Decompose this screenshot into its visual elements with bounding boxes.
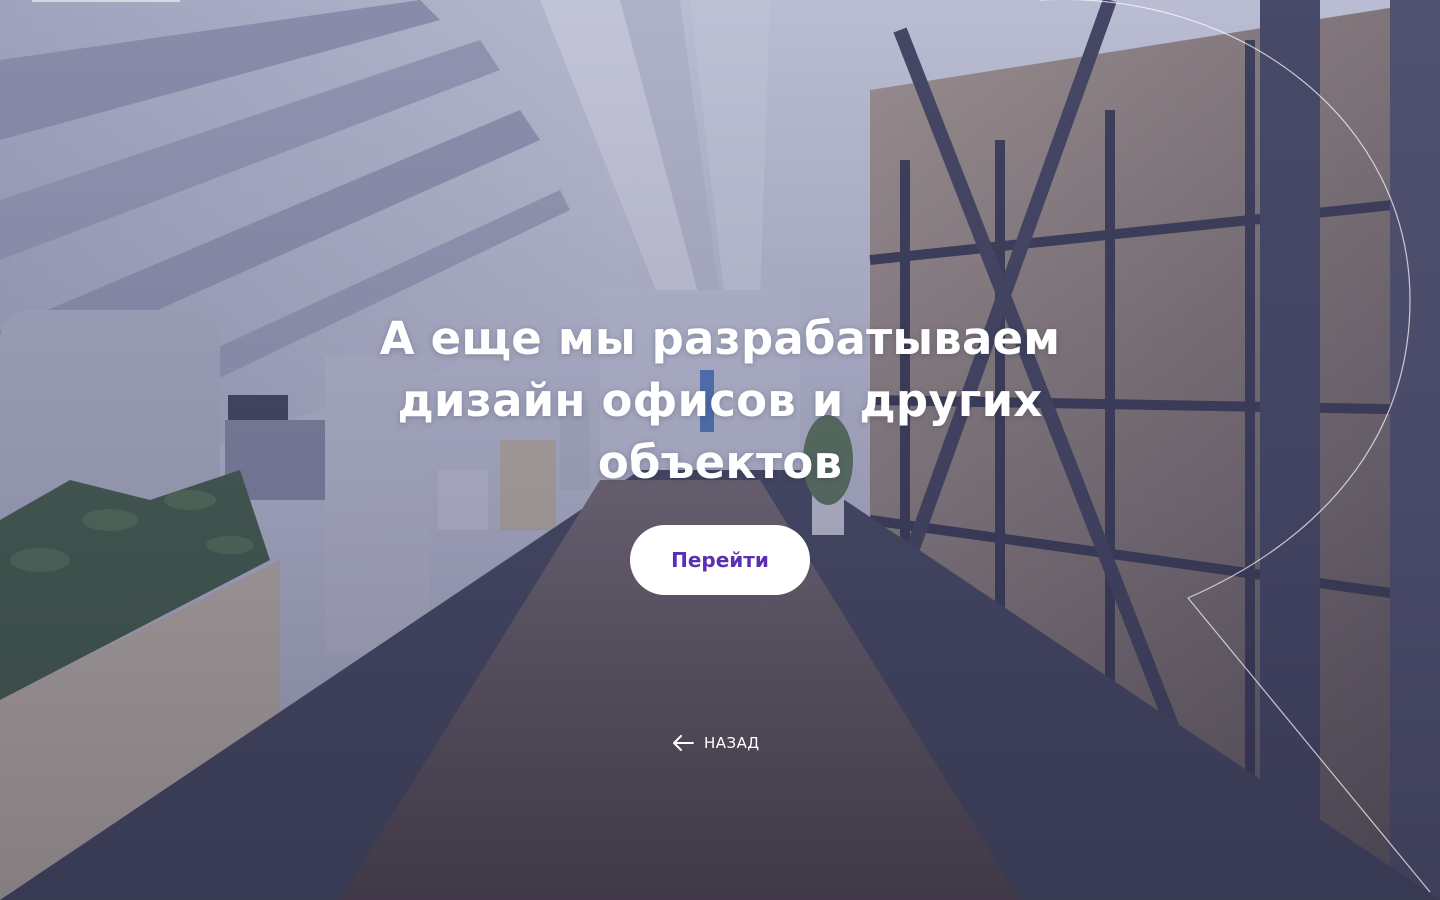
hero-title-line-3: объектов xyxy=(597,436,843,489)
decorative-line xyxy=(32,0,180,2)
back-link[interactable]: НАЗАД xyxy=(672,730,760,756)
hero-title: А еще мы разрабатываем дизайн офисов и д… xyxy=(320,308,1120,494)
go-button[interactable]: Перейти xyxy=(630,525,810,595)
hero-title-line-1: А еще мы разрабатываем xyxy=(379,312,1061,365)
arrow-left-icon xyxy=(673,735,694,751)
hero-title-line-2: дизайн офисов и других xyxy=(397,374,1043,427)
back-label: НАЗАД xyxy=(704,734,760,752)
hero-section: А еще мы разрабатываем дизайн офисов и д… xyxy=(0,0,1440,900)
